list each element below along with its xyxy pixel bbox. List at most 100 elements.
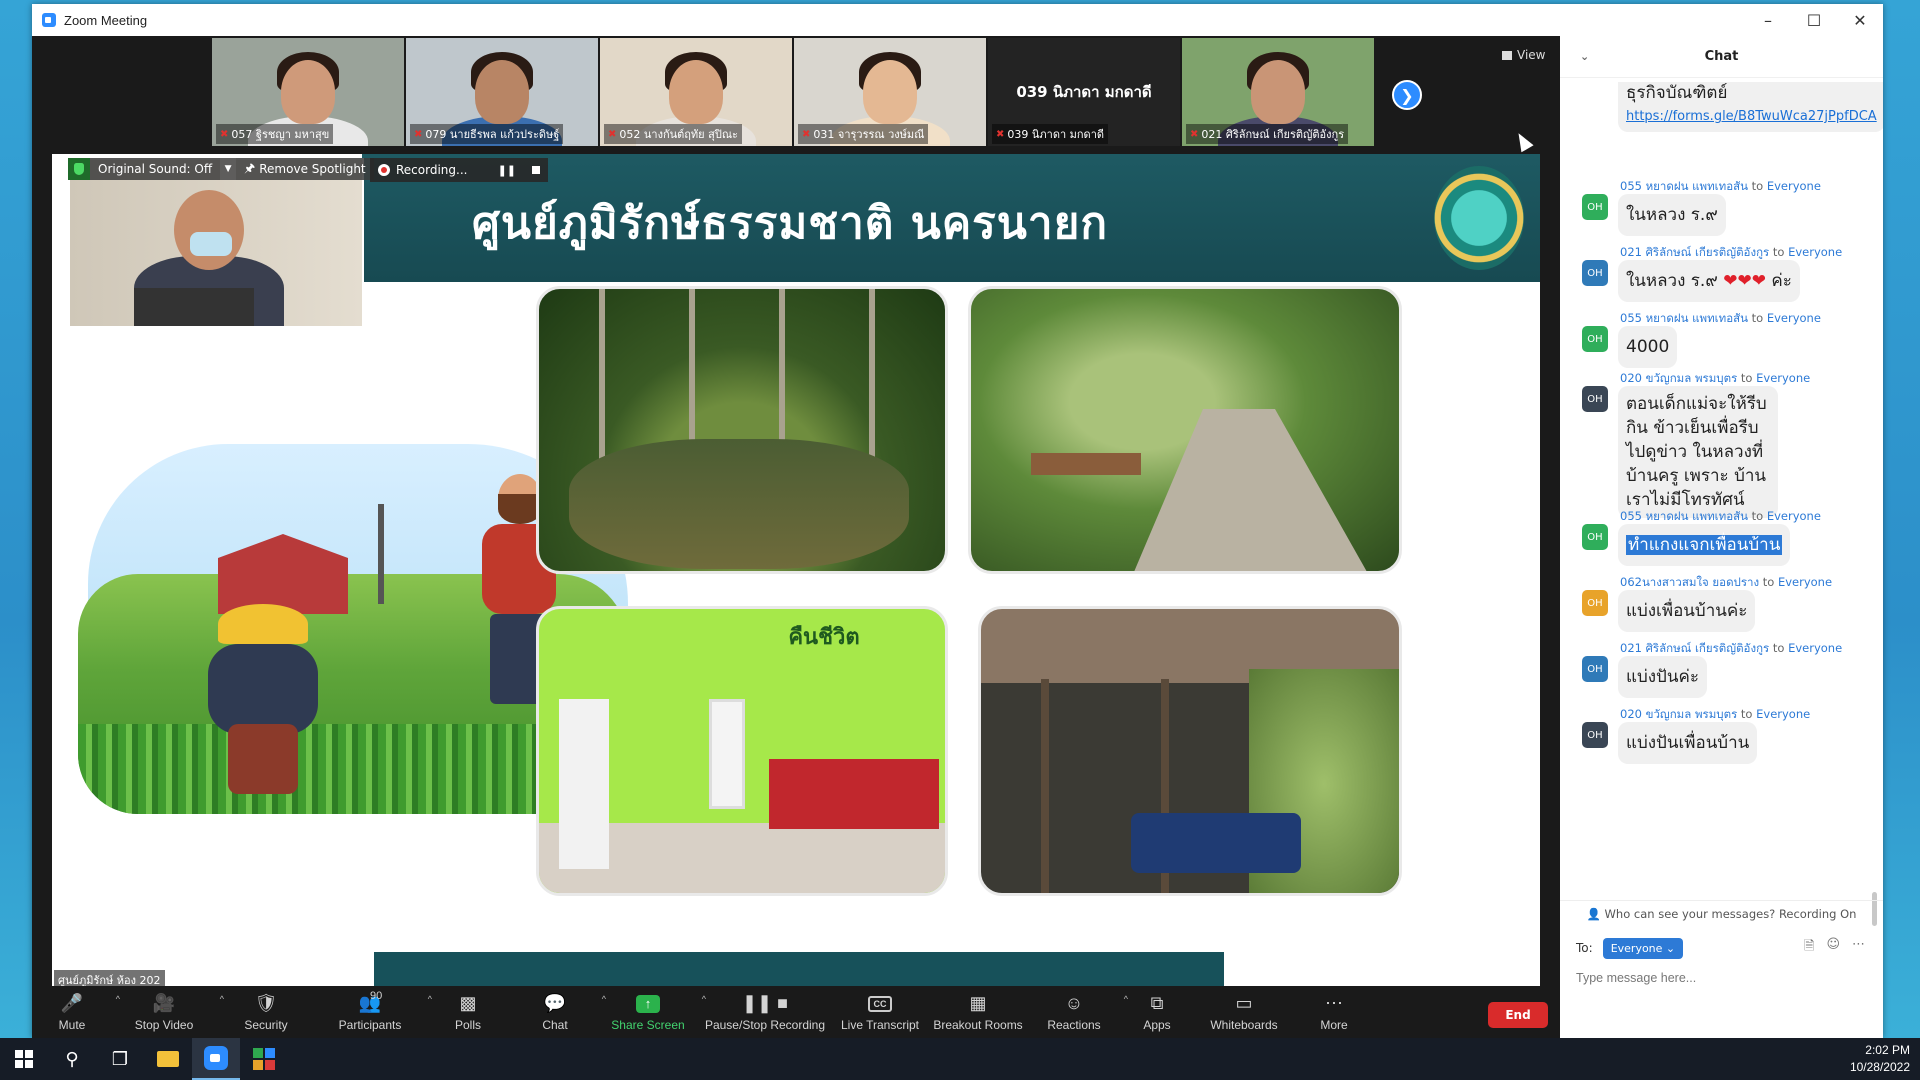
- message-sender[interactable]: 021 ศิริลักษณ์ เกียรติญัติอังกูร: [1620, 641, 1769, 655]
- photo-forest-stream: [536, 286, 948, 574]
- avatar: OH: [1582, 260, 1608, 286]
- view-button[interactable]: View: [1502, 48, 1545, 62]
- share-screen-button[interactable]: ↑ Share Screen ^: [598, 986, 706, 1038]
- file-explorer-icon[interactable]: [144, 1038, 192, 1080]
- participant-label: ✖ 039 นิภาดา มกดาดี: [992, 124, 1109, 144]
- message-bubble: ธุรกิจบัณฑิตย์ https://forms.gle/B8TwuWca…: [1618, 82, 1883, 132]
- participants-button[interactable]: 👥 90 Participants ^: [316, 986, 432, 1038]
- breakout-grid-icon: ▦: [969, 993, 987, 1013]
- message-sender[interactable]: 020 ขวัญกมล พรมบุตร: [1620, 707, 1737, 721]
- more-options-icon[interactable]: ⋯: [1852, 937, 1865, 959]
- message-sender[interactable]: 020 ขวัญกมล พรมบุตร: [1620, 371, 1737, 385]
- mouse-cursor: [1512, 129, 1534, 153]
- participant-tile[interactable]: ✖ 057 ฐิรชญา มหาสุข: [212, 38, 404, 146]
- remove-spotlight-button[interactable]: 🖈 Remove Spotlight: [236, 158, 374, 180]
- message-target[interactable]: Everyone: [1788, 245, 1842, 259]
- message-target[interactable]: Everyone: [1767, 311, 1821, 325]
- system-clock[interactable]: 2:02 PM 10/28/2022: [1850, 1042, 1910, 1076]
- closed-caption-icon: CC: [868, 995, 892, 1012]
- message-text: ในหลวง ร.๙: [1626, 271, 1718, 291]
- app-grid-taskbar-icon[interactable]: [240, 1038, 288, 1080]
- message-target[interactable]: Everyone: [1756, 371, 1810, 385]
- microphone-icon: 🎤: [60, 993, 84, 1013]
- file-icon[interactable]: 🗎: [1804, 937, 1814, 959]
- participant-tile[interactable]: ✖ 031 จารุวรรณ วงษ์มณี: [794, 38, 986, 146]
- zoom-taskbar-icon[interactable]: [192, 1038, 240, 1080]
- pause-stop-recording-button[interactable]: ❚❚ ■ Pause/Stop Recording: [698, 986, 832, 1038]
- emoji-icon[interactable]: ☺: [1826, 937, 1840, 959]
- participants-count: 90: [370, 990, 383, 1002]
- share-arrow-icon: ↑: [636, 994, 660, 1013]
- reactions-button[interactable]: ☺ Reactions ^: [1028, 986, 1128, 1038]
- security-button[interactable]: 🛡 Security: [216, 986, 316, 1038]
- chat-messages[interactable]: ธุรกิจบัณฑิตย์ https://forms.gle/B8TwuWca…: [1560, 82, 1883, 902]
- emoji-plus-icon: ☺: [1064, 993, 1084, 1013]
- chevron-down-icon[interactable]: ▼: [220, 158, 237, 180]
- participant-tile[interactable]: ✖ 052 นางกันต์ฤทัย สุปิณะ: [600, 38, 792, 146]
- end-meeting-button[interactable]: End: [1488, 1002, 1548, 1028]
- spotlight-video[interactable]: [68, 158, 364, 328]
- message-bubble: แบ่งปันค่ะ: [1618, 656, 1707, 698]
- pause-recording-icon[interactable]: ❚❚: [498, 164, 516, 177]
- avatar: OH: [1582, 590, 1608, 616]
- collapse-chevron-icon[interactable]: ⌄: [1580, 50, 1589, 63]
- breakout-rooms-button[interactable]: ▦ Breakout Rooms: [928, 986, 1028, 1038]
- original-sound-toggle[interactable]: Original Sound: Off: [90, 158, 221, 180]
- close-button[interactable]: ✕: [1837, 4, 1883, 36]
- form-link[interactable]: https://forms.gle/B8TwuWca27jPpfDCA: [1626, 108, 1877, 126]
- chevron-down-icon: ⌄: [1665, 941, 1676, 955]
- whiteboards-button[interactable]: ▭ Whiteboards: [1194, 986, 1294, 1038]
- maximize-button[interactable]: ☐: [1791, 4, 1837, 36]
- message-target[interactable]: Everyone: [1767, 509, 1821, 523]
- stop-recording-icon[interactable]: [532, 166, 540, 174]
- who-can-see-link[interactable]: 👤 Who can see your messages? Recording O…: [1560, 900, 1883, 924]
- minimize-button[interactable]: –: [1745, 4, 1791, 36]
- apps-icon: ⧉: [1150, 993, 1164, 1013]
- message-to-word: to: [1751, 179, 1764, 193]
- message-sender[interactable]: 055 หยาดฝน แพทเทอสัน: [1620, 311, 1748, 325]
- participant-label: ✖ 031 จารุวรรณ วงษ์มณี: [798, 124, 929, 144]
- recording-label: Recording...: [396, 163, 468, 177]
- message-text: แบ่งปันเพื่อนบ้าน: [1626, 733, 1750, 753]
- message-sender[interactable]: 062นางสาวสมใจ ยอดปราง: [1620, 575, 1759, 589]
- participant-tile[interactable]: ✖ 079 นายธีรพล แก้วประดิษฐ์: [406, 38, 598, 146]
- stop-video-button[interactable]: 🎥 Stop Video ^: [112, 986, 224, 1038]
- recipient-dropdown[interactable]: Everyone ⌄: [1602, 937, 1684, 959]
- message-target[interactable]: Everyone: [1778, 575, 1832, 589]
- more-button[interactable]: ⋯ More: [1294, 986, 1374, 1038]
- bar-chart-icon: ▩: [459, 993, 477, 1013]
- message-sender[interactable]: 021 ศิริลักษณ์ เกียรติญัติอังกูร: [1620, 245, 1769, 259]
- search-icon[interactable]: ⚲: [48, 1038, 96, 1080]
- chat-panel: ⌄ Chat ธุรกิจบัณฑิตย์ https://forms.gle/B…: [1560, 36, 1883, 1038]
- message-sender[interactable]: 055 หยาดฝน แพทเทอสัน: [1620, 509, 1748, 523]
- live-transcript-button[interactable]: CC Live Transcript: [832, 986, 928, 1038]
- chat-message-input[interactable]: [1576, 966, 1866, 990]
- shield-icon: 🛡: [254, 993, 278, 1013]
- participant-name: 031 จารุวรรณ วงษ์มณี: [813, 128, 925, 141]
- avatar: OH: [1582, 656, 1608, 682]
- avatar: OH: [1582, 194, 1608, 220]
- grid-view-icon: [1502, 50, 1512, 60]
- message-target[interactable]: Everyone: [1756, 707, 1810, 721]
- mute-button[interactable]: 🎤 Mute ^: [32, 986, 120, 1038]
- clock-time: 2:02 PM: [1865, 1043, 1910, 1057]
- message-sender[interactable]: 055 หยาดฝน แพทเทอสัน: [1620, 179, 1748, 193]
- message-bubble: ตอนเด็กแม่จะให้รีบกิน ข้าวเย็นเพื่อรีบไป…: [1618, 386, 1778, 518]
- photo-forest-path: [968, 286, 1402, 574]
- chat-button[interactable]: 💬 Chat ^: [512, 986, 606, 1038]
- whiteboard-icon: ▭: [1235, 993, 1253, 1013]
- next-page-button[interactable]: ❯: [1392, 80, 1422, 110]
- message-bubble: ในหลวง ร.๙ ❤❤❤ ค่ะ: [1618, 260, 1800, 302]
- university-logo: [1434, 166, 1524, 270]
- polls-button[interactable]: ▩ Polls: [424, 986, 512, 1038]
- participant-tile[interactable]: 039 นิภาดา มกดาดี ✖ 039 นิภาดา มกดาดี: [988, 38, 1180, 146]
- photo-open-pavilion: [978, 606, 1402, 896]
- apps-button[interactable]: ⧉ Apps: [1120, 986, 1194, 1038]
- message-target[interactable]: Everyone: [1767, 179, 1821, 193]
- start-button[interactable]: [0, 1038, 48, 1080]
- task-view-icon[interactable]: ❐: [96, 1038, 144, 1080]
- message-target[interactable]: Everyone: [1788, 641, 1842, 655]
- participant-tile[interactable]: ✖ 021 ศิริลักษณ์ เกียรติญัติอังกูร: [1182, 38, 1374, 146]
- muted-mic-icon: ✖: [608, 128, 617, 140]
- participant-name: 021 ศิริลักษณ์ เกียรติญัติอังกูร: [1201, 128, 1345, 141]
